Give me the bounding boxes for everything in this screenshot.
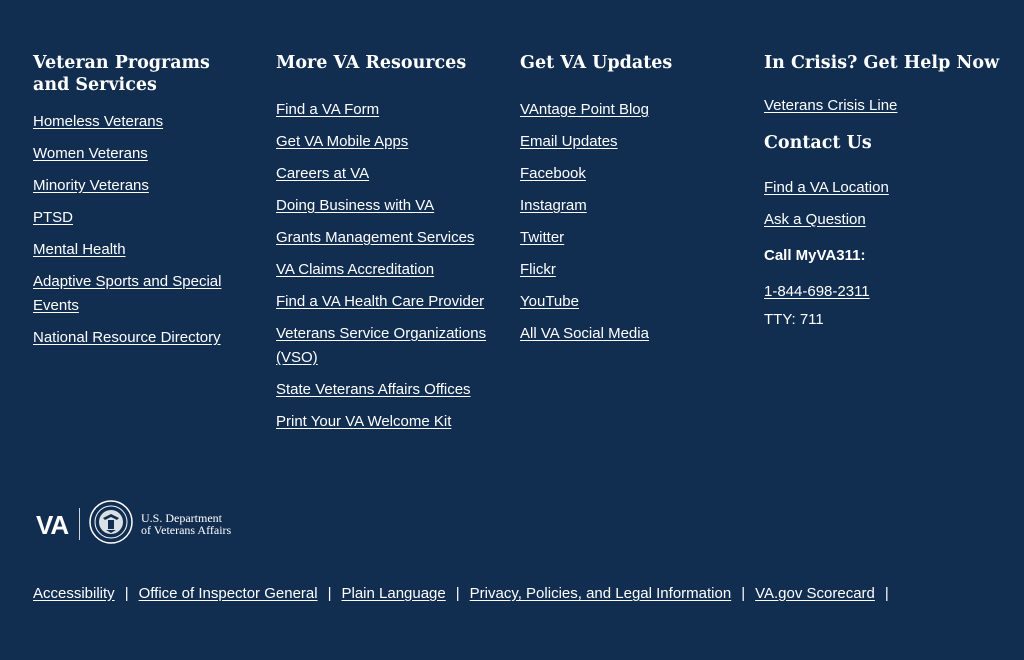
link-inspector-general[interactable]: Office of Inspector General bbox=[139, 585, 318, 602]
contact-heading: Contact Us bbox=[764, 133, 872, 153]
list-item: Twitter bbox=[520, 226, 735, 250]
link-phone[interactable]: 1-844-698-2311 bbox=[764, 283, 870, 300]
department-name: U.S. Department of Veterans Affairs bbox=[141, 512, 231, 536]
link-national-resource-directory[interactable]: National Resource Directory bbox=[33, 329, 221, 346]
separator: | bbox=[124, 585, 129, 602]
tty-text: TTY: 711 bbox=[764, 311, 824, 328]
list-item: Email Updates bbox=[520, 130, 735, 154]
link-women-veterans[interactable]: Women Veterans bbox=[33, 145, 148, 162]
list-item: Find a VA Form bbox=[276, 98, 491, 122]
link-careers[interactable]: Careers at VA bbox=[276, 165, 369, 182]
link-facebook[interactable]: Facebook bbox=[520, 165, 586, 182]
link-email-updates[interactable]: Email Updates bbox=[520, 133, 618, 150]
list-item: Get VA Mobile Apps bbox=[276, 130, 491, 154]
call-label: Call MyVA311: bbox=[764, 247, 866, 264]
column-heading: More VA Resources bbox=[276, 53, 467, 73]
va-logo-text: VA bbox=[36, 510, 69, 540]
list-item: Veterans Service Organizations (VSO) bbox=[276, 322, 491, 370]
link-ptsd[interactable]: PTSD bbox=[33, 209, 73, 226]
list-item: YouTube bbox=[520, 290, 735, 314]
list-item: Flickr bbox=[520, 258, 735, 282]
va-seal-icon bbox=[89, 500, 133, 544]
bottom-links: Accessibility | Office of Inspector Genera… bbox=[33, 582, 899, 606]
list-item: Minority Veterans bbox=[33, 174, 248, 198]
separator: | bbox=[741, 585, 746, 602]
column-heading: Get VA Updates bbox=[520, 53, 673, 73]
link-privacy-policies[interactable]: Privacy, Policies, and Legal Information bbox=[470, 585, 732, 602]
list-item: VAntage Point Blog bbox=[520, 98, 735, 122]
phone-wrap: 1-844-698-2311 bbox=[764, 280, 1004, 304]
list-item: Homeless Veterans bbox=[33, 110, 248, 134]
link-mobile-apps[interactable]: Get VA Mobile Apps bbox=[276, 133, 408, 150]
column-more-va-resources: More VA Resources Find a VA Form Get VA … bbox=[276, 52, 491, 442]
column-crisis-contact: In Crisis? Get Help Now Veterans Crisis … bbox=[764, 52, 1004, 332]
link-accessibility[interactable]: Accessibility bbox=[33, 585, 115, 602]
link-veterans-crisis-line[interactable]: Veterans Crisis Line bbox=[764, 97, 897, 114]
link-homeless-veterans[interactable]: Homeless Veterans bbox=[33, 113, 163, 130]
crisis-line-wrap: Veterans Crisis Line bbox=[764, 94, 1004, 118]
column-veteran-programs: Veteran Programs and Services Homeless V… bbox=[33, 52, 248, 358]
list-item: Print Your VA Welcome Kit bbox=[276, 410, 491, 434]
va-logo[interactable]: VA U.S. Department of Veterans Affairs bbox=[36, 500, 256, 548]
list-item: Instagram bbox=[520, 194, 735, 218]
link-youtube[interactable]: YouTube bbox=[520, 293, 579, 310]
list-item: Find a VA Location bbox=[764, 176, 1004, 200]
dept-line-2: of Veterans Affairs bbox=[141, 523, 232, 537]
link-adaptive-sports[interactable]: Adaptive Sports and Special Events bbox=[33, 273, 221, 314]
crisis-heading: In Crisis? Get Help Now bbox=[764, 53, 1000, 73]
link-twitter[interactable]: Twitter bbox=[520, 229, 564, 246]
list-item: Mental Health bbox=[33, 238, 248, 262]
link-state-offices[interactable]: State Veterans Affairs Offices bbox=[276, 381, 471, 398]
link-grants-management[interactable]: Grants Management Services bbox=[276, 229, 474, 246]
column-heading: Veteran Programs and Services bbox=[33, 53, 210, 95]
list-item: Adaptive Sports and Special Events bbox=[33, 270, 248, 318]
link-claims-accreditation[interactable]: VA Claims Accreditation bbox=[276, 261, 434, 278]
list-item: All VA Social Media bbox=[520, 322, 735, 346]
link-list: Find a VA Form Get VA Mobile Apps Career… bbox=[276, 98, 491, 434]
list-item: National Resource Directory bbox=[33, 326, 248, 350]
list-item: VA Claims Accreditation bbox=[276, 258, 491, 282]
column-get-va-updates: Get VA Updates VAntage Point Blog Email … bbox=[520, 52, 735, 354]
link-list: Homeless Veterans Women Veterans Minorit… bbox=[33, 110, 248, 350]
link-minority-veterans[interactable]: Minority Veterans bbox=[33, 177, 149, 194]
link-health-care-provider[interactable]: Find a VA Health Care Provider bbox=[276, 293, 484, 310]
link-plain-language[interactable]: Plain Language bbox=[341, 585, 445, 602]
list-item: PTSD bbox=[33, 206, 248, 230]
link-welcome-kit[interactable]: Print Your VA Welcome Kit bbox=[276, 413, 451, 430]
link-find-va-location[interactable]: Find a VA Location bbox=[764, 179, 889, 196]
separator: | bbox=[455, 585, 460, 602]
link-instagram[interactable]: Instagram bbox=[520, 197, 587, 214]
list-item: Doing Business with VA bbox=[276, 194, 491, 218]
link-list: VAntage Point Blog Email Updates Faceboo… bbox=[520, 98, 735, 346]
link-find-va-form[interactable]: Find a VA Form bbox=[276, 101, 379, 118]
list-item: Ask a Question bbox=[764, 208, 1004, 232]
link-vso[interactable]: Veterans Service Organizations (VSO) bbox=[276, 325, 486, 366]
link-doing-business[interactable]: Doing Business with VA bbox=[276, 197, 434, 214]
contact-link-list: Find a VA Location Ask a Question bbox=[764, 176, 1004, 232]
list-item: Find a VA Health Care Provider bbox=[276, 290, 491, 314]
separator: | bbox=[327, 585, 332, 602]
logo-divider bbox=[79, 508, 80, 540]
list-item: Grants Management Services bbox=[276, 226, 491, 250]
link-vantage-point-blog[interactable]: VAntage Point Blog bbox=[520, 101, 649, 118]
link-flickr[interactable]: Flickr bbox=[520, 261, 556, 278]
link-scorecard[interactable]: VA.gov Scorecard bbox=[755, 585, 875, 602]
link-mental-health[interactable]: Mental Health bbox=[33, 241, 126, 258]
list-item: State Veterans Affairs Offices bbox=[276, 378, 491, 402]
list-item: Careers at VA bbox=[276, 162, 491, 186]
link-ask-question[interactable]: Ask a Question bbox=[764, 211, 866, 228]
link-all-social-media[interactable]: All VA Social Media bbox=[520, 325, 649, 342]
list-item: Facebook bbox=[520, 162, 735, 186]
separator: | bbox=[884, 585, 889, 602]
list-item: Women Veterans bbox=[33, 142, 248, 166]
